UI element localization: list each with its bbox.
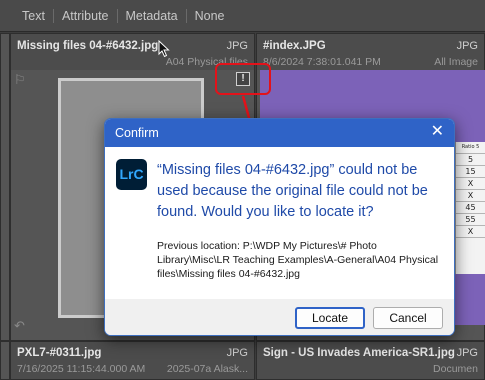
cancel-button[interactable]: Cancel (373, 307, 443, 329)
dialog-button-bar: Locate Cancel (105, 299, 454, 335)
confirm-dialog: Confirm ✕ LrC “Missing files 04-#6432.jp… (104, 118, 455, 336)
lightroom-app-icon: LrC (116, 159, 147, 190)
close-icon[interactable]: ✕ (431, 124, 444, 140)
previous-location-text: Previous location: P:\WDP My Pictures\# … (157, 240, 439, 280)
dialog-message: “Missing files 04-#6432.jpg” could not b… (157, 162, 428, 220)
locate-button[interactable]: Locate (295, 307, 365, 329)
mouse-cursor-icon (158, 40, 170, 58)
dialog-title: Confirm (115, 126, 159, 140)
dialog-titlebar[interactable]: Confirm ✕ (105, 119, 454, 147)
